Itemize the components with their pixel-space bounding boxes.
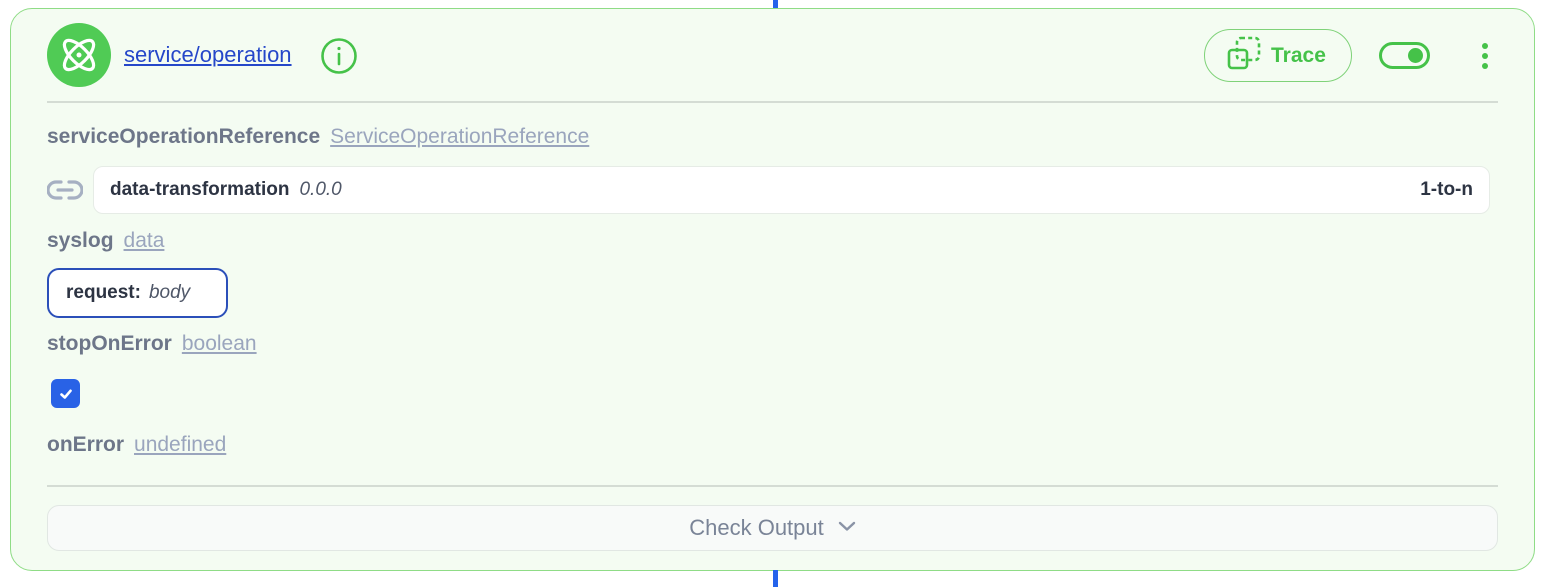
- field-on-error: onError undefined: [47, 433, 226, 457]
- connector-line-bottom: [773, 570, 778, 587]
- trace-frame-icon: [1227, 36, 1261, 75]
- reference-value-box[interactable]: data-transformation 0.0.0 1-to-n: [93, 166, 1490, 214]
- request-key: request:: [66, 282, 141, 303]
- field-name: syslog: [47, 229, 114, 252]
- trace-button[interactable]: Trace: [1204, 29, 1352, 82]
- field-name: onError: [47, 433, 125, 456]
- field-type-link[interactable]: undefined: [134, 433, 226, 457]
- service-operation-node: service/operation Trace serviceOperation…: [10, 8, 1535, 571]
- field-name: stopOnError: [47, 332, 172, 355]
- field-type-link[interactable]: boolean: [182, 332, 257, 356]
- link-icon: [46, 177, 84, 203]
- syslog-value-chip[interactable]: request: body: [47, 268, 228, 318]
- reference-cardinality: 1-to-n: [1420, 179, 1473, 200]
- check-icon: [59, 389, 72, 399]
- stop-on-error-checkbox[interactable]: [51, 379, 80, 408]
- node-header: service/operation Trace: [47, 23, 1498, 89]
- toggle-knob: [1408, 48, 1423, 63]
- field-type-link[interactable]: ServiceOperationReference: [330, 125, 589, 149]
- info-icon[interactable]: [320, 37, 358, 75]
- reference-version: 0.0.0: [299, 179, 342, 200]
- chevron-down-icon: [838, 519, 856, 537]
- header-divider: [47, 101, 1498, 103]
- footer-divider: [47, 485, 1498, 487]
- check-output-label: Check Output: [689, 515, 824, 540]
- field-type-link[interactable]: data: [124, 229, 165, 253]
- field-service-operation-reference: serviceOperationReference ServiceOperati…: [47, 125, 589, 149]
- enable-toggle[interactable]: [1379, 42, 1430, 69]
- vertical-dots-icon[interactable]: [1475, 41, 1495, 71]
- check-output-button[interactable]: Check Output: [47, 505, 1498, 551]
- request-value: body: [148, 282, 191, 303]
- field-name: serviceOperationReference: [47, 125, 321, 148]
- field-syslog: syslog data: [47, 229, 164, 253]
- atom-icon: [47, 23, 111, 87]
- reference-name: data-transformation: [110, 179, 290, 200]
- field-stop-on-error: stopOnError boolean: [47, 332, 257, 356]
- trace-label: Trace: [1271, 43, 1326, 67]
- service-operation-link[interactable]: service/operation: [124, 42, 292, 68]
